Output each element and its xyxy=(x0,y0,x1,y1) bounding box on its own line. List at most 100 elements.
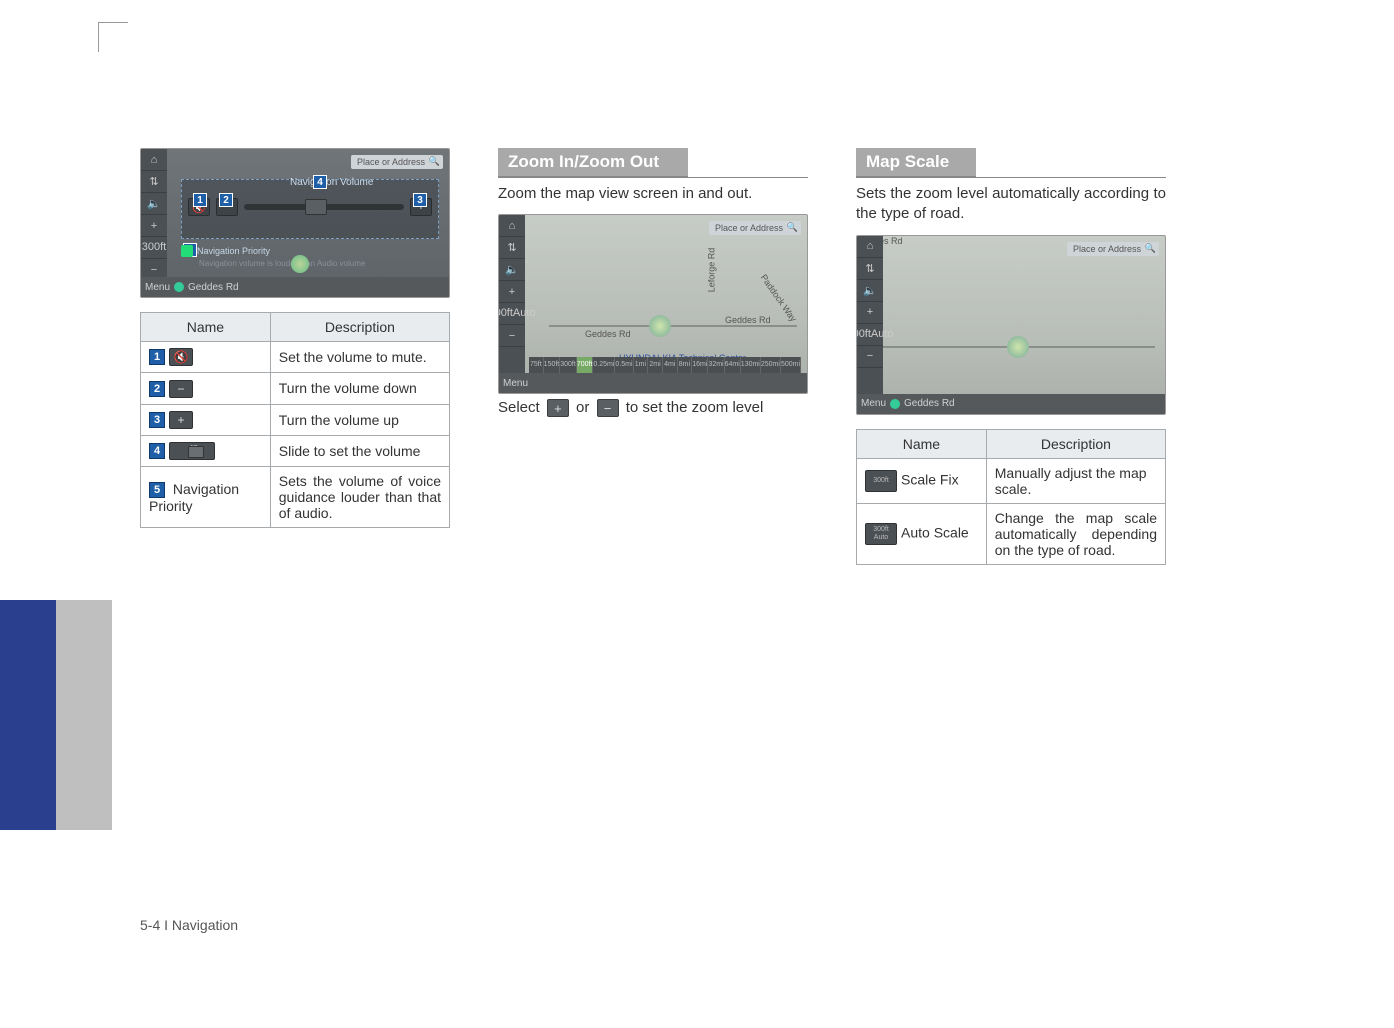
menu-button[interactable]: Menu xyxy=(503,378,528,389)
table-row: 2− Turn the volume down xyxy=(141,373,450,404)
column-1: ⌂ ⇅ 🔈 + 300ft − Place or Address Navigat… xyxy=(140,148,450,565)
checkbox-icon[interactable] xyxy=(181,245,193,257)
nav-mute-icon[interactable]: 🔈 xyxy=(141,193,167,215)
table-row: 5 Navigation Priority Sets the volume of… xyxy=(141,467,450,528)
screenshot-map-scale: ⌂ ⇅ 🔈 + 300ftAuto − Place or Address Ged… xyxy=(856,235,1166,415)
section-heading: Zoom In/Zoom Out xyxy=(498,148,688,177)
scale-tick[interactable]: 1mi xyxy=(634,357,649,373)
cell-desc: Set the volume to mute. xyxy=(270,342,449,373)
th-name: Name xyxy=(141,313,271,342)
nav-priority-label: Navigation Priority xyxy=(197,246,270,256)
plus-icon: + xyxy=(169,411,193,429)
plus-icon: + xyxy=(547,399,569,417)
scale-tick[interactable]: 150ft xyxy=(544,357,561,373)
cell-desc: Slide to set the volume xyxy=(270,435,449,466)
page: ⌂ ⇅ 🔈 + 300ft − Place or Address Navigat… xyxy=(0,0,1394,1028)
zoom-in-icon[interactable]: + xyxy=(499,281,525,303)
nav-volume-title: Navigation Volume xyxy=(290,177,373,188)
scale-tick[interactable]: 32mi xyxy=(708,357,724,373)
content-columns: ⌂ ⇅ 🔈 + 300ft − Place or Address Navigat… xyxy=(140,148,1274,565)
th-name: Name xyxy=(857,429,987,458)
road-label-left: Geddes Rd xyxy=(585,329,631,339)
compass-icon[interactable]: ⇅ xyxy=(141,171,167,193)
menu-button[interactable]: Menu xyxy=(145,282,170,293)
section-intro: Zoom the map view screen in and out. xyxy=(498,184,808,204)
thumb-tab-primary xyxy=(0,600,56,830)
scale-button[interactable]: 300ft xyxy=(141,237,167,259)
zoom-out-icon[interactable]: − xyxy=(857,346,883,368)
marker-3: 3 xyxy=(149,412,165,428)
road-label-right: Geddes Rd xyxy=(725,315,771,325)
auto-scale-icon: 300ftAuto xyxy=(865,523,897,545)
caption-mid: or xyxy=(576,399,589,416)
zoom-in-icon[interactable]: + xyxy=(857,302,883,324)
gps-dot-icon xyxy=(174,282,184,292)
callout-3: 3 xyxy=(413,193,427,207)
mute-icon: 🔇 xyxy=(169,348,193,366)
scale-tick[interactable]: 8mi xyxy=(678,357,693,373)
scale-tick[interactable]: 0.25mi xyxy=(593,357,615,373)
vol-slider[interactable]: 15 xyxy=(244,204,404,210)
nav-mute-icon[interactable]: 🔈 xyxy=(857,280,883,302)
scale-tick[interactable]: 300ft xyxy=(560,357,577,373)
home-icon[interactable]: ⌂ xyxy=(141,149,167,171)
scale-tick[interactable]: 4mi xyxy=(663,357,678,373)
callout-2: 2 xyxy=(219,193,233,207)
compass-icon[interactable]: ⇅ xyxy=(857,258,883,280)
scale-tick[interactable]: 130mi xyxy=(741,357,761,373)
section-intro: Sets the zoom level automatically accord… xyxy=(856,184,1166,225)
row-name: Scale Fix xyxy=(901,471,959,487)
slider-icon: 15 xyxy=(169,442,215,460)
marker-1: 1 xyxy=(149,349,165,365)
scale-bar[interactable]: 75ft150ft300ft700ft0.25mi0.5mi1mi2mi4mi8… xyxy=(529,357,801,373)
map-menubar: Menu xyxy=(499,373,807,393)
scale-tick[interactable]: 2mi xyxy=(648,357,663,373)
gps-dot-icon xyxy=(890,399,900,409)
map-sidebar: ⌂ ⇅ 🔈 + 300ft − xyxy=(141,149,167,297)
search-box[interactable]: Place or Address xyxy=(351,155,443,169)
search-box[interactable]: Place or Address xyxy=(1067,242,1159,256)
page-footer: 5-4 I Navigation xyxy=(140,917,238,933)
screenshot-nav-volume: ⌂ ⇅ 🔈 + 300ft − Place or Address Navigat… xyxy=(140,148,450,298)
marker-2: 2 xyxy=(149,381,165,397)
home-icon[interactable]: ⌂ xyxy=(857,236,883,258)
marker-4: 4 xyxy=(149,443,165,459)
table-row: 300ftAutoAuto Scale Change the map scale… xyxy=(857,503,1166,564)
zoom-in-icon[interactable]: + xyxy=(141,215,167,237)
cell-desc: Sets the volume of voice guidance louder… xyxy=(270,467,449,528)
section-heading-wrap: Zoom In/Zoom Out xyxy=(498,148,808,178)
minus-icon: − xyxy=(169,380,193,398)
nav-volume-table: Name Description 1🔇 Set the volume to mu… xyxy=(140,312,450,528)
map-scale-table: Name Description 300ftScale Fix Manually… xyxy=(856,429,1166,565)
caption-post: to set the zoom level xyxy=(626,399,764,416)
caption-pre: Select xyxy=(498,399,540,416)
scale-tick[interactable]: 16mi xyxy=(692,357,708,373)
scale-tick[interactable]: 700ft xyxy=(577,357,594,373)
zoom-out-icon[interactable]: − xyxy=(499,325,525,347)
vol-slider-value: 15 xyxy=(306,200,326,209)
th-desc: Description xyxy=(986,429,1165,458)
nav-mute-icon[interactable]: 🔈 xyxy=(499,259,525,281)
home-icon[interactable]: ⌂ xyxy=(499,215,525,237)
scale-tick[interactable]: 64mi xyxy=(725,357,741,373)
scale-tick[interactable]: 250mi xyxy=(761,357,781,373)
scale-button[interactable]: 300ftAuto xyxy=(499,303,525,325)
scale-tick[interactable]: 500mi xyxy=(781,357,801,373)
car-marker-icon xyxy=(291,255,309,273)
section-heading: Map Scale xyxy=(856,148,976,177)
zoom-caption: Select + or − to set the zoom level xyxy=(498,398,808,418)
compass-icon[interactable]: ⇅ xyxy=(499,237,525,259)
scale-button[interactable]: 300ftAuto xyxy=(857,324,883,346)
scale-tick[interactable]: 75ft xyxy=(529,357,544,373)
nav-priority-row[interactable]: Navigation Priority xyxy=(181,245,439,257)
car-marker-icon xyxy=(1007,336,1029,358)
search-box[interactable]: Place or Address xyxy=(709,221,801,235)
cell-desc: Manually adjust the map scale. xyxy=(986,458,1165,503)
scale-tick[interactable]: 0.5mi xyxy=(615,357,633,373)
nav-volume-panel: Navigation Volume 🔇 − 15 + xyxy=(181,179,439,239)
map-menubar: Menu Geddes Rd xyxy=(141,277,449,297)
table-row: 300ftScale Fix Manually adjust the map s… xyxy=(857,458,1166,503)
road-label: Geddes Rd xyxy=(904,398,955,409)
menu-button[interactable]: Menu xyxy=(861,398,886,409)
table-row: 415 Slide to set the volume xyxy=(141,435,450,466)
